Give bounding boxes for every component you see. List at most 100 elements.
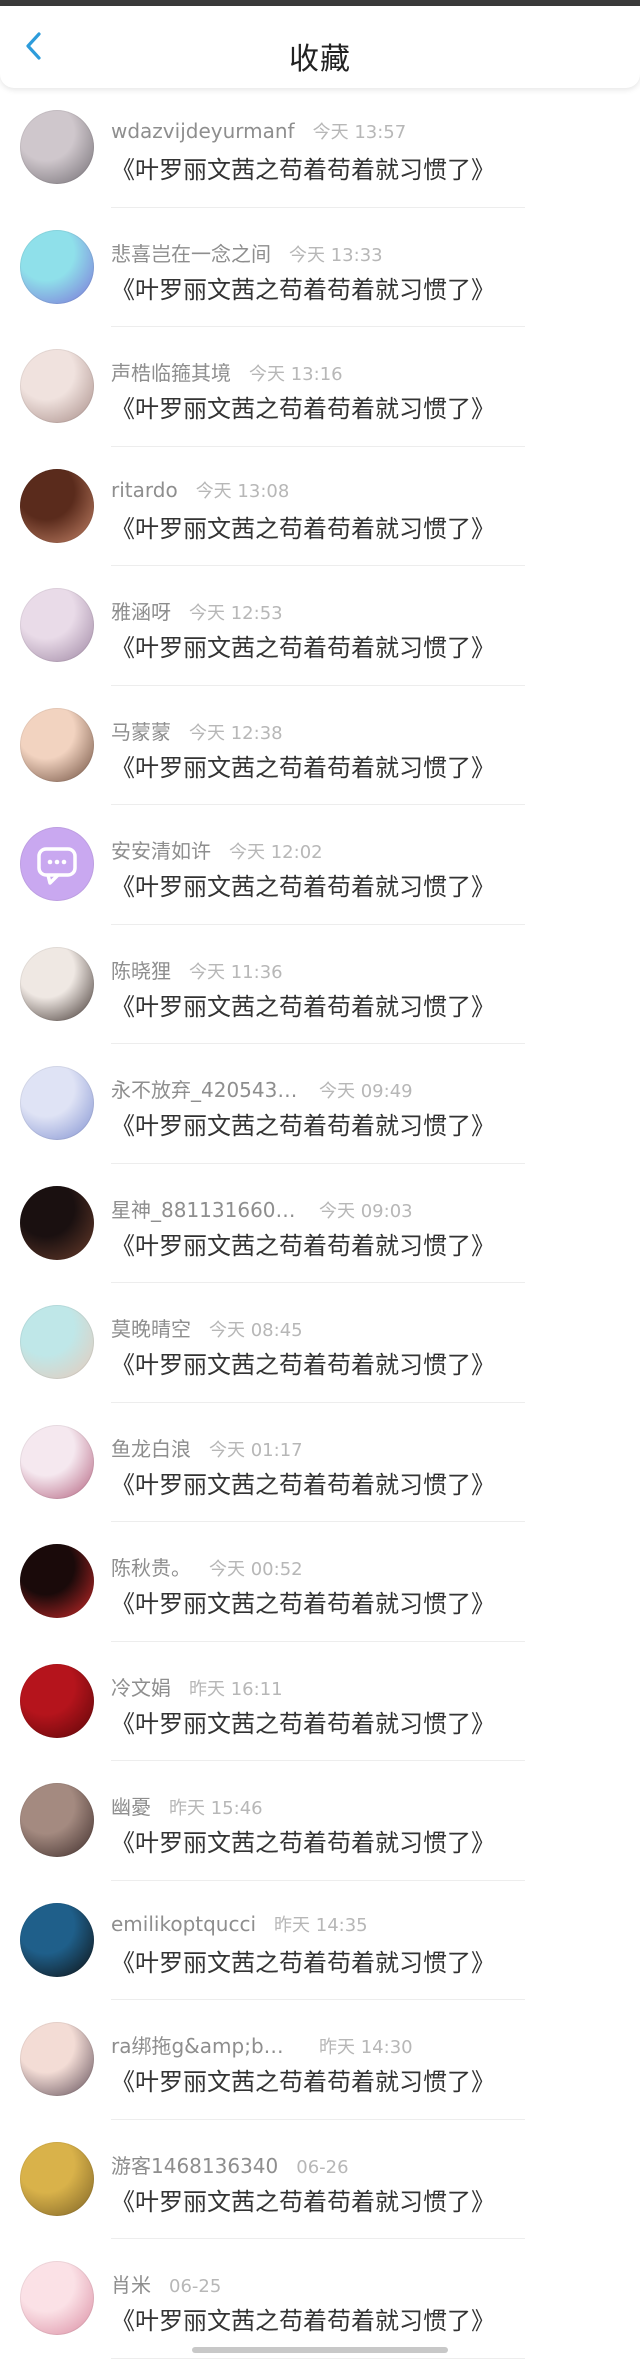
timestamp: 今天 00:52 (209, 1559, 303, 1580)
timestamp: 今天 13:08 (195, 480, 290, 502)
message-text[interactable]: 《叶罗丽文茜之苟着苟着就习惯了》 (111, 389, 495, 424)
avatar[interactable] (20, 1066, 94, 1140)
timestamp: 今天 01:17 (209, 1439, 303, 1461)
username[interactable]: 冷文娟 (111, 1672, 171, 1701)
avatar[interactable] (20, 1424, 94, 1499)
username[interactable]: 声梏临箍其境 (111, 357, 231, 386)
timestamp: 06-25 (169, 2276, 222, 2297)
username[interactable]: 马蒙蒙 (111, 716, 171, 745)
message-text[interactable]: 《叶罗丽文茜之苟着苟着就习惯了》 (111, 1943, 495, 1978)
chat-bubble-icon (37, 847, 77, 885)
avatar[interactable] (20, 1663, 94, 1738)
username[interactable]: ra绑拖g&amp;b啡o… (111, 2030, 301, 2059)
message-text[interactable]: 《叶罗丽文茜之苟着苟着就习惯了》 (111, 748, 495, 783)
username[interactable]: 陈晓狸 (111, 955, 171, 984)
avatar[interactable] (20, 110, 94, 184)
username[interactable]: 星神_8811316606… (111, 1194, 301, 1223)
username[interactable]: ritardo (111, 478, 178, 502)
username[interactable]: 幽憂 (111, 1791, 151, 1820)
avatar[interactable] (20, 1902, 94, 1977)
message-text[interactable]: 《叶罗丽文茜之苟着苟着就习惯了》 (111, 1226, 495, 1261)
timestamp: 今天 08:45 (209, 1320, 303, 1341)
timestamp: 今天 09:03 (319, 1200, 413, 1222)
avatar[interactable] (20, 946, 94, 1021)
message-text[interactable]: 《叶罗丽文茜之苟着苟着就习惯了》 (111, 509, 495, 544)
message-text[interactable]: 《叶罗丽文茜之苟着苟着就习惯了》 (111, 1704, 495, 1739)
username[interactable]: 安安清如许 (111, 835, 211, 864)
message-text[interactable]: 《叶罗丽文茜之苟着苟着就习惯了》 (111, 628, 495, 663)
avatar[interactable] (20, 2022, 94, 2096)
message-text[interactable]: 《叶罗丽文茜之苟着苟着就习惯了》 (111, 867, 495, 902)
item-meta: 雅涵呀 今天 12:53 (111, 596, 283, 625)
avatar[interactable] (20, 588, 94, 662)
message-text[interactable]: 《叶罗丽文茜之苟着苟着就习惯了》 (111, 270, 495, 305)
list-item[interactable]: ra绑拖g&amp;b啡o… 昨天 14:30 《叶罗丽文茜之苟着苟着就习惯了》 (0, 2000, 640, 2120)
list-item[interactable]: wdazvijdeyurmanf 今天 13:57 《叶罗丽文茜之苟着苟着就习惯了》 (0, 88, 640, 208)
username[interactable]: 悲喜岂在一念之间 (111, 238, 271, 267)
avatar[interactable] (20, 349, 94, 423)
row-divider (111, 2357, 525, 2359)
username[interactable]: wdazvijdeyurmanf (111, 119, 295, 143)
avatar[interactable] (20, 229, 94, 304)
username[interactable]: 肖米 (111, 2269, 151, 2298)
avatar[interactable] (20, 827, 94, 901)
item-meta: ra绑拖g&amp;b啡o… 昨天 14:30 (111, 2030, 413, 2059)
item-meta: 陈秋贵。 今天 00:52 (111, 1552, 303, 1581)
item-meta: 幽憂 昨天 15:46 (111, 1791, 263, 1820)
item-meta: 星神_8811316606… 今天 09:03 (111, 1194, 413, 1223)
message-text[interactable]: 《叶罗丽文茜之苟着苟着就习惯了》 (111, 2301, 495, 2336)
list-item[interactable]: 幽憂 昨天 15:46 《叶罗丽文茜之苟着苟着就习惯了》 (0, 1761, 640, 1881)
item-meta: 莫晚晴空 今天 08:45 (111, 1313, 303, 1342)
list-item[interactable]: ritardo 今天 13:08 《叶罗丽文茜之苟着苟着就习惯了》 (0, 447, 640, 566)
timestamp: 今天 11:36 (189, 961, 283, 983)
message-text[interactable]: 《叶罗丽文茜之苟着苟着就习惯了》 (111, 150, 495, 185)
timestamp: 昨天 14:35 (274, 1914, 368, 1936)
list-item[interactable]: 悲喜岂在一念之间 今天 13:33 《叶罗丽文茜之苟着苟着就习惯了》 (0, 208, 640, 327)
timestamp: 今天 09:49 (319, 1081, 413, 1102)
message-text[interactable]: 《叶罗丽文茜之苟着苟着就习惯了》 (111, 2182, 495, 2217)
list-item[interactable]: 星神_8811316606… 今天 09:03 《叶罗丽文茜之苟着苟着就习惯了》 (0, 1164, 640, 1283)
timestamp: 昨天 15:46 (169, 1798, 263, 1819)
list-item[interactable]: 陈晓狸 今天 11:36 《叶罗丽文茜之苟着苟着就习惯了》 (0, 925, 640, 1044)
list-item[interactable]: 莫晚晴空 今天 08:45 《叶罗丽文茜之苟着苟着就习惯了》 (0, 1283, 640, 1403)
avatar[interactable] (20, 468, 94, 543)
avatar[interactable] (20, 1544, 94, 1618)
message-text[interactable]: 《叶罗丽文茜之苟着苟着就习惯了》 (111, 1106, 495, 1141)
message-text[interactable]: 《叶罗丽文茜之苟着苟着就习惯了》 (111, 987, 495, 1022)
list-item[interactable]: 声梏临箍其境 今天 13:16 《叶罗丽文茜之苟着苟着就习惯了》 (0, 327, 640, 447)
avatar[interactable] (20, 2141, 94, 2216)
list-item[interactable]: 冷文娟 昨天 16:11 《叶罗丽文茜之苟着苟着就习惯了》 (0, 1642, 640, 1761)
page-title: 收藏 (289, 42, 351, 77)
list-item[interactable]: 永不放弃_4205431… 今天 09:49 《叶罗丽文茜之苟着苟着就习惯了》 (0, 1044, 640, 1164)
username[interactable]: 雅涵呀 (111, 596, 171, 625)
message-text[interactable]: 《叶罗丽文茜之苟着苟着就习惯了》 (111, 1345, 495, 1380)
list-item[interactable]: 安安清如许 今天 12:02 《叶罗丽文茜之苟着苟着就习惯了》 (0, 805, 640, 925)
username[interactable]: 陈秋贵。 (111, 1552, 191, 1581)
message-text[interactable]: 《叶罗丽文茜之苟着苟着就习惯了》 (111, 2062, 495, 2097)
avatar[interactable] (20, 1783, 94, 1857)
list-item[interactable]: 游客1468136340 06-26 《叶罗丽文茜之苟着苟着就习惯了》 (0, 2120, 640, 2239)
list-item[interactable]: 肖米 06-25 《叶罗丽文茜之苟着苟着就习惯了》 (0, 2239, 640, 2359)
username[interactable]: 游客1468136340 (111, 2150, 278, 2179)
avatar[interactable] (20, 1305, 94, 1379)
username[interactable]: emilikoptqucci (111, 1912, 256, 1936)
avatar[interactable] (20, 1185, 94, 1260)
avatar[interactable] (20, 707, 94, 782)
timestamp: 今天 12:38 (189, 722, 283, 744)
list-item[interactable]: 雅涵呀 今天 12:53 《叶罗丽文茜之苟着苟着就习惯了》 (0, 566, 640, 686)
message-text[interactable]: 《叶罗丽文茜之苟着苟着就习惯了》 (111, 1823, 495, 1858)
message-text[interactable]: 《叶罗丽文茜之苟着苟着就习惯了》 (111, 1584, 495, 1619)
item-meta: 安安清如许 今天 12:02 (111, 835, 323, 864)
avatar[interactable] (20, 2261, 94, 2335)
timestamp: 今天 13:33 (289, 244, 383, 266)
list-item[interactable]: 陈秋贵。 今天 00:52 《叶罗丽文茜之苟着苟着就习惯了》 (0, 1522, 640, 1642)
list-item[interactable]: 马蒙蒙 今天 12:38 《叶罗丽文茜之苟着苟着就习惯了》 (0, 686, 640, 805)
message-text[interactable]: 《叶罗丽文茜之苟着苟着就习惯了》 (111, 1465, 495, 1500)
username[interactable]: 永不放弃_4205431… (111, 1074, 301, 1103)
timestamp: 今天 12:53 (189, 603, 283, 624)
username[interactable]: 鱼龙白浪 (111, 1433, 191, 1462)
list-item[interactable]: emilikoptqucci 昨天 14:35 《叶罗丽文茜之苟着苟着就习惯了》 (0, 1881, 640, 2000)
list-item[interactable]: 鱼龙白浪 今天 01:17 《叶罗丽文茜之苟着苟着就习惯了》 (0, 1403, 640, 1522)
username[interactable]: 莫晚晴空 (111, 1313, 191, 1342)
item-meta: emilikoptqucci 昨天 14:35 (111, 1911, 368, 1937)
